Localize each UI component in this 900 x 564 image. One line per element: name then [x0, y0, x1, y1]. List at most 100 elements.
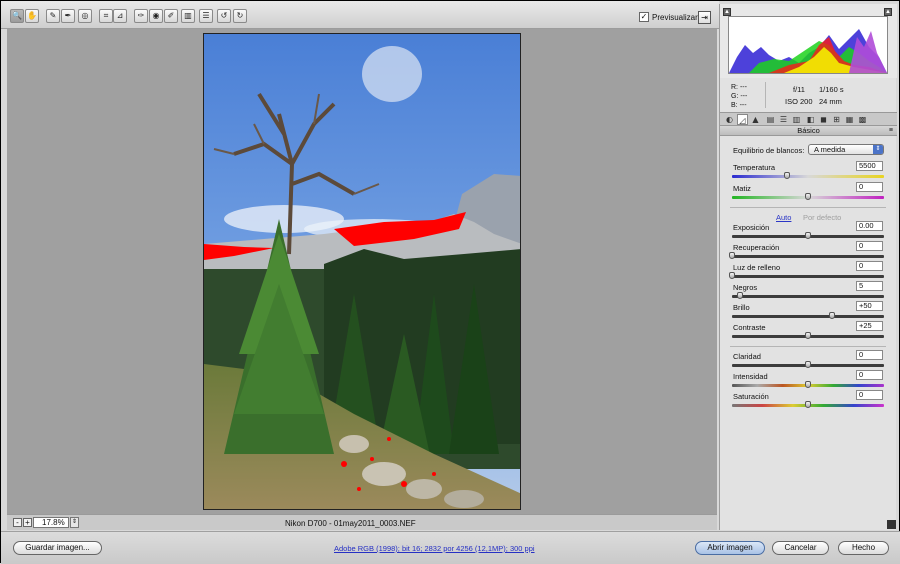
highlight-clipping-icon[interactable]: ▲ [884, 8, 892, 16]
slider-thumb[interactable] [805, 193, 811, 200]
slider-value-field[interactable]: 0 [856, 350, 883, 360]
spot-removal-icon[interactable]: ✑ [134, 9, 148, 23]
slider-thumb[interactable] [783, 172, 790, 179]
zoom-dropdown-icon[interactable]: ⇕ [70, 517, 79, 528]
auto-link[interactable]: Auto [776, 213, 791, 222]
tab-presets-icon[interactable]: ⊞ [831, 114, 842, 125]
pixel-readout: R: --- G: --- B: --- f/11 1/160 s ISO 20… [720, 80, 897, 112]
graduated-filter-icon[interactable]: ▥ [181, 9, 195, 23]
red-eye-icon[interactable]: ◉ [149, 9, 163, 23]
slider-track[interactable] [729, 272, 884, 279]
slider-value-field[interactable]: 5500 [856, 161, 883, 171]
rotate-left-icon[interactable]: ↺ [217, 9, 231, 23]
chevron-updown-icon: ⇕ [873, 145, 883, 154]
slider-track[interactable] [732, 232, 884, 239]
image-canvas[interactable] [7, 29, 717, 514]
slider-value-field[interactable]: 0.00 [856, 221, 883, 231]
slider-value-field[interactable]: 5 [856, 281, 883, 291]
fullscreen-toggle-button[interactable]: ⇥ [698, 11, 711, 24]
slider-track[interactable] [732, 361, 884, 368]
focal-length-value: 24 mm [819, 97, 842, 106]
tab-snapshot-list-icon[interactable]: ▩ [857, 114, 868, 125]
white-balance-icon[interactable]: ✎ [46, 9, 60, 23]
panel-tabs: ◐ ◿ ▲ ▤ ☰ ▥ ◧ ◼ ⊞ ▦ ▩ [720, 112, 897, 126]
hand-icon[interactable]: ✋ [25, 9, 39, 23]
slider-track[interactable] [732, 292, 884, 299]
zoom-level-field[interactable]: 17.8% [33, 517, 69, 528]
adjustment-brush-icon[interactable]: ✐ [164, 9, 178, 23]
slider-thumb[interactable] [736, 292, 743, 299]
straighten-icon[interactable]: ⊿ [113, 9, 127, 23]
slider-label: Recuperación [733, 243, 780, 252]
slider-thumb[interactable] [805, 381, 811, 388]
tab-effects-icon[interactable]: ◧ [805, 114, 816, 125]
slider-value-field[interactable]: +25 [856, 321, 883, 331]
slider-thumb[interactable] [805, 401, 811, 408]
slider-label: Contraste [733, 323, 766, 332]
tab-lens-icon[interactable]: ▥ [791, 114, 802, 125]
camera-raw-window: 🔍 ✋ ✎ ✒ ◎ ⌗ ⊿ ✑ ◉ ✐ ▥ ☰ ↺ ↻ ✓ Previsualizar ⇥ [0, 0, 900, 564]
slider-track[interactable] [729, 252, 884, 259]
histogram-graph [729, 17, 887, 73]
slider-track[interactable] [732, 401, 884, 408]
tab-snapshots-icon[interactable]: ▦ [844, 114, 855, 125]
rotate-right-icon[interactable]: ↻ [233, 9, 247, 23]
r-value: --- [739, 84, 747, 91]
preview-checkbox[interactable]: ✓ [639, 12, 649, 22]
open-image-button[interactable]: Abrir imagen [695, 541, 765, 555]
color-sampler-icon[interactable]: ✒ [61, 9, 75, 23]
slider-label: Matiz [733, 184, 751, 193]
r-label: R: [731, 84, 738, 91]
histogram-area: ▲ ▲ [720, 4, 897, 78]
slider-value-field[interactable]: +50 [856, 301, 883, 311]
tab-camera-calibration-icon[interactable]: ◼ [818, 114, 829, 125]
tab-detail-icon[interactable]: ▲ [750, 114, 761, 125]
cancel-button[interactable]: Cancelar [772, 541, 829, 555]
toolbar: 🔍 ✋ ✎ ✒ ◎ ⌗ ⊿ ✑ ◉ ✐ ▥ ☰ ↺ ↻ ✓ Previsualizar ⇥ [1, 1, 719, 29]
slider-thumb[interactable] [805, 232, 811, 239]
slider-label: Claridad [733, 352, 761, 361]
b-value: --- [739, 102, 747, 109]
photo-preview[interactable] [203, 33, 521, 510]
file-name: Nikon D700 - 01may2011_0003.NEF [285, 519, 416, 528]
slider-thumb[interactable] [729, 272, 735, 279]
tab-basic-icon[interactable]: ◐ [724, 114, 735, 125]
workflow-options-link[interactable]: Adobe RGB (1998); bit 16; 2832 por 4256 … [334, 544, 535, 553]
slider-track[interactable] [732, 332, 884, 339]
crop-icon[interactable]: ⌗ [99, 9, 113, 23]
tab-split-toning-icon[interactable]: ☰ [778, 114, 789, 125]
slider-value-field[interactable]: 0 [856, 370, 883, 380]
white-balance-select[interactable]: A medida ⇕ [808, 144, 884, 155]
slider-thumb[interactable] [729, 252, 735, 259]
default-link[interactable]: Por defecto [803, 213, 841, 222]
slider-thumb[interactable] [805, 361, 811, 368]
slider-track[interactable] [732, 193, 884, 200]
preferences-icon[interactable]: ☰ [199, 9, 213, 23]
panel-menu-icon[interactable]: ≡ [889, 126, 893, 136]
tab-tone-curve-icon[interactable]: ◿ [737, 114, 748, 125]
tab-hsl-icon[interactable]: ▤ [765, 114, 776, 125]
slider-thumb[interactable] [805, 332, 811, 339]
zoom-out-button[interactable]: - [13, 518, 22, 527]
g-label: G: [731, 93, 739, 100]
zoom-in-button[interactable]: + [23, 518, 32, 527]
slider-value-field[interactable]: 0 [856, 390, 883, 400]
slider-label: Saturación [733, 392, 769, 401]
zoom-icon[interactable]: 🔍 [10, 9, 24, 23]
panel-scroll-icon[interactable] [887, 520, 896, 529]
save-image-button[interactable]: Guardar imagen... [13, 541, 102, 555]
status-bar: - + 17.8% ⇕ Nikon D700 - 01may2011_0003.… [7, 514, 717, 530]
slider-value-field[interactable]: 0 [856, 261, 883, 271]
slider-thumb[interactable] [829, 312, 836, 319]
slider-track[interactable] [732, 312, 884, 319]
targeted-adjust-icon[interactable]: ◎ [78, 9, 92, 23]
bottom-bar: Guardar imagen... Adobe RGB (1998); bit … [1, 531, 900, 564]
slider-track[interactable] [732, 381, 884, 388]
shutter-value: 1/160 s [819, 85, 844, 94]
shadow-clipping-icon[interactable]: ▲ [723, 8, 731, 16]
slider-value-field[interactable]: 0 [856, 182, 883, 192]
slider-track[interactable] [732, 172, 884, 179]
done-button[interactable]: Hecho [838, 541, 889, 555]
slider-value-field[interactable]: 0 [856, 241, 883, 251]
b-label: B: [731, 102, 738, 109]
